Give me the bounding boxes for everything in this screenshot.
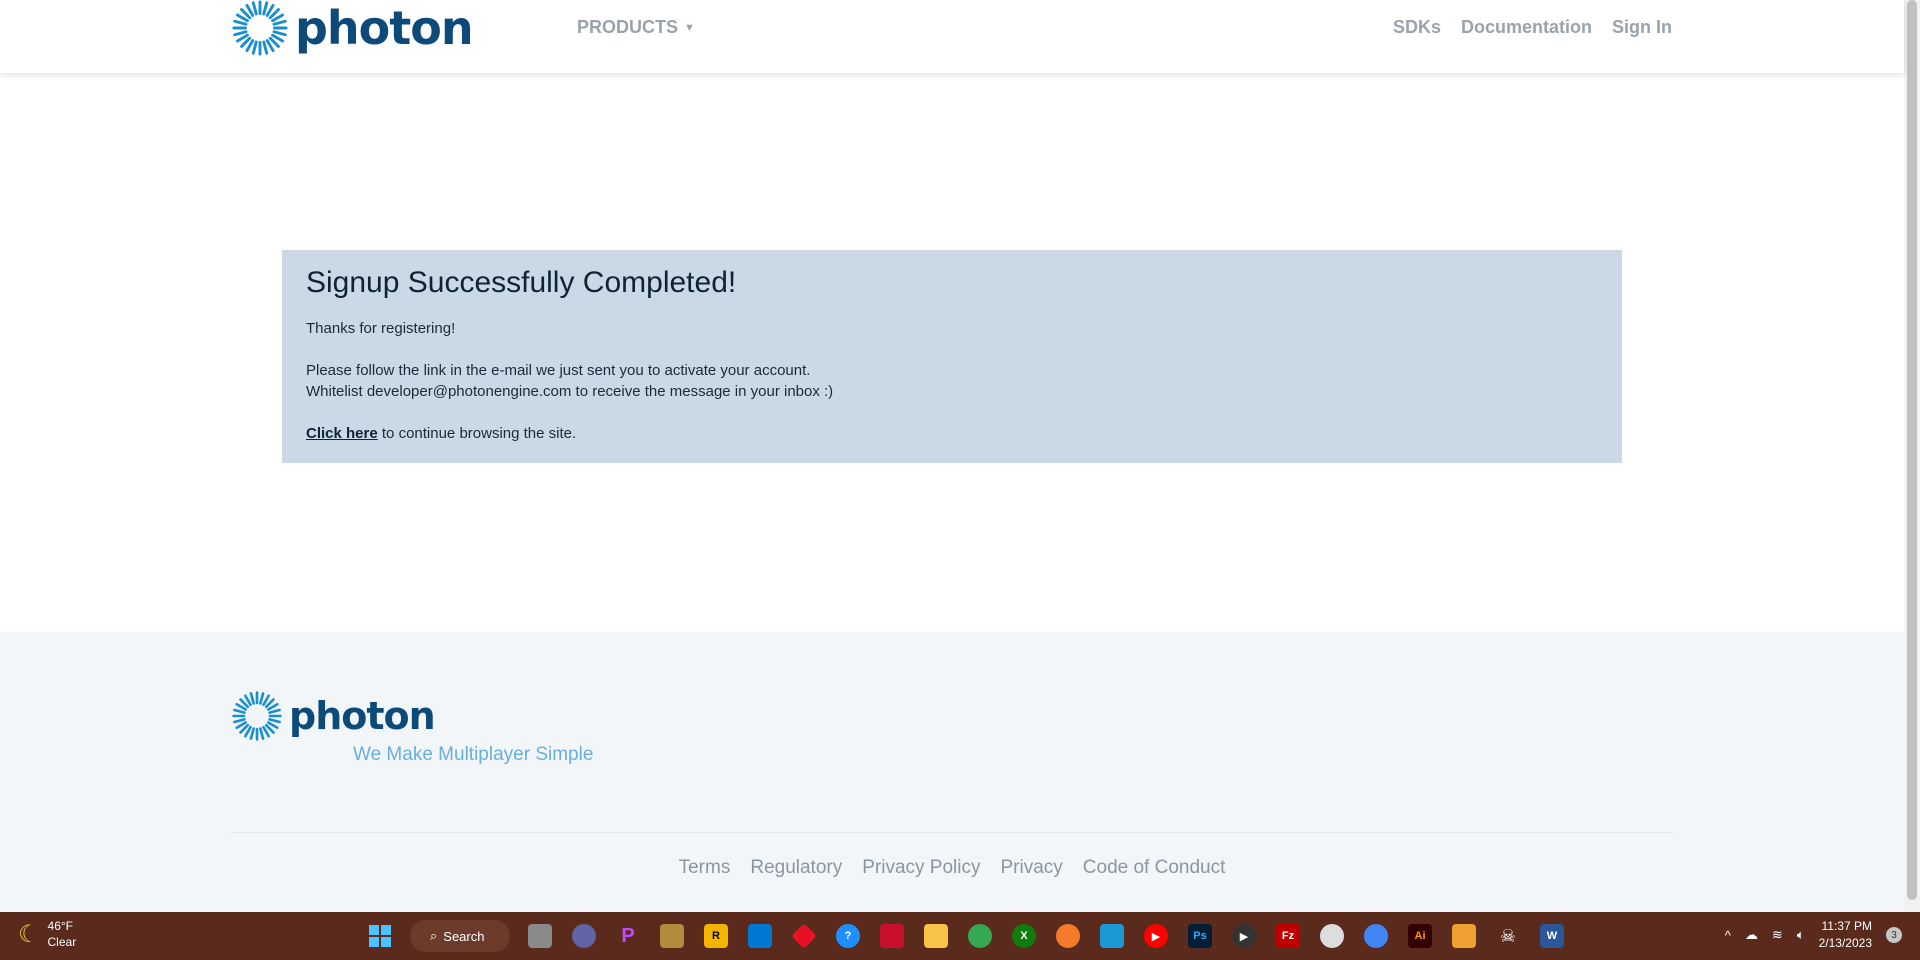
page-scrollbar[interactable] (1904, 0, 1920, 912)
products-label: PRODUCTS (577, 17, 679, 37)
search-icon: ⌕ (430, 928, 438, 943)
notice-title: Signup Successfully Completed! (306, 266, 737, 299)
app-blue-icon[interactable] (1094, 918, 1130, 954)
teams-chat-icon[interactable] (566, 918, 602, 954)
scrollbar-thumb[interactable] (1907, 0, 1917, 900)
nav-documentation-link[interactable]: Documentation (1461, 17, 1592, 38)
site-header: photon PRODUCTS ▼ SDKs Documentation Sig… (0, 0, 1904, 73)
footer-photon-logo[interactable]: photon (231, 690, 436, 742)
rockstar-launcher-icon[interactable]: R (698, 918, 734, 954)
header-nav: SDKs Documentation Sign In (1393, 17, 1672, 38)
nav-sdks-link[interactable]: SDKs (1393, 17, 1441, 38)
game-app-icon[interactable] (654, 918, 690, 954)
footer-tagline: We Make Multiplayer Simple (353, 744, 594, 765)
clock-time: 11:37 PM (1821, 919, 1872, 933)
clock-date: 2/13/2023 (1818, 936, 1872, 950)
continue-text: to continue browsing the site. (377, 425, 577, 442)
search-label: Search (443, 928, 485, 944)
system-tray: ^ ☁ ≋ 🔈︎ 11:37 PM 2/13/2023 3 (1725, 918, 1902, 952)
notice-continue: Click here to continue browsing the site… (306, 423, 1598, 444)
mcafee-icon[interactable] (874, 918, 910, 954)
footer-logo-wordmark: photon (289, 694, 436, 738)
notice-instructions: Please follow the link in the e-mail we … (306, 360, 1598, 402)
help-app-icon[interactable]: ? (830, 918, 866, 954)
signup-success-notice: Signup Successfully Completed! Thanks fo… (282, 250, 1622, 463)
site-footer: photon We Make Multiplayer Simple Terms … (0, 632, 1904, 912)
alien-app-icon[interactable]: ☠ (1490, 918, 1526, 954)
picsart-icon[interactable]: P (610, 918, 646, 954)
file-explorer-icon[interactable] (918, 918, 954, 954)
illustrator-icon[interactable]: Ai (1402, 918, 1438, 954)
caret-down-icon: ▼ (684, 21, 695, 34)
windows-taskbar: ☾ 46°F Clear ⌕ Search P R ? X ▶ Ps ▶ Fz (0, 912, 1920, 960)
photon-sunburst-icon (232, 691, 282, 741)
xbox-icon[interactable]: X (1006, 918, 1042, 954)
footer-divider (231, 832, 1673, 833)
weather-widget[interactable]: ☾ 46°F Clear (18, 918, 76, 950)
filezilla-icon[interactable]: Fz (1270, 918, 1306, 954)
notice-thanks: Thanks for registering! (306, 320, 456, 337)
chrome-profile-icon[interactable] (962, 918, 998, 954)
windows-start-icon[interactable] (362, 918, 398, 954)
video-app-icon[interactable] (1446, 918, 1482, 954)
footer-privacy-policy-link[interactable]: Privacy Policy (862, 857, 980, 879)
wifi-icon[interactable]: ≋ (1772, 927, 1783, 943)
task-view-icon[interactable] (522, 918, 558, 954)
moon-icon: ☾ (18, 920, 40, 948)
footer-terms-link[interactable]: Terms (679, 857, 731, 879)
weather-temp: 46°F (47, 919, 73, 933)
weather-desc: Clear (47, 935, 77, 949)
notice-activation-text: Please follow the link in the e-mail we … (306, 362, 811, 379)
footer-links: Terms Regulatory Privacy Policy Privacy … (0, 857, 1904, 879)
app-circle-icon[interactable] (1314, 918, 1350, 954)
logo-wordmark: photon (295, 1, 474, 55)
youtube-music-icon[interactable]: ▶ (1138, 918, 1174, 954)
photon-sunburst-icon (232, 0, 288, 56)
volume-icon[interactable]: 🔈︎ (1797, 927, 1805, 943)
footer-regulatory-link[interactable]: Regulatory (750, 857, 842, 879)
microsoft-store-icon[interactable] (742, 918, 778, 954)
chrome-icon[interactable] (1358, 918, 1394, 954)
taskbar-apps: ⌕ Search P R ? X ▶ Ps ▶ Fz Ai ☠ W (362, 918, 1570, 954)
notification-badge[interactable]: 3 (1886, 927, 1902, 943)
notice-whitelist-text: Whitelist developer@photonengine.com to … (306, 383, 834, 400)
photoshop-icon[interactable]: Ps (1182, 918, 1218, 954)
blender-icon[interactable] (1050, 918, 1086, 954)
onedrive-icon[interactable]: ☁ (1745, 927, 1758, 943)
taskbar-search[interactable]: ⌕ Search (410, 920, 510, 952)
chevron-up-icon[interactable]: ^ (1725, 928, 1731, 943)
media-player-icon[interactable]: ▶ (1226, 918, 1262, 954)
footer-privacy-link[interactable]: Privacy (1000, 857, 1062, 879)
diamond-app-icon[interactable] (786, 918, 822, 954)
word-icon[interactable]: W (1534, 918, 1570, 954)
clock[interactable]: 11:37 PM 2/13/2023 (1819, 918, 1872, 952)
footer-code-of-conduct-link[interactable]: Code of Conduct (1083, 857, 1226, 879)
nav-sign-in-link[interactable]: Sign In (1612, 17, 1672, 38)
products-menu[interactable]: PRODUCTS ▼ (577, 17, 695, 38)
click-here-link[interactable]: Click here (306, 425, 378, 442)
photon-logo[interactable]: photon (231, 0, 474, 56)
